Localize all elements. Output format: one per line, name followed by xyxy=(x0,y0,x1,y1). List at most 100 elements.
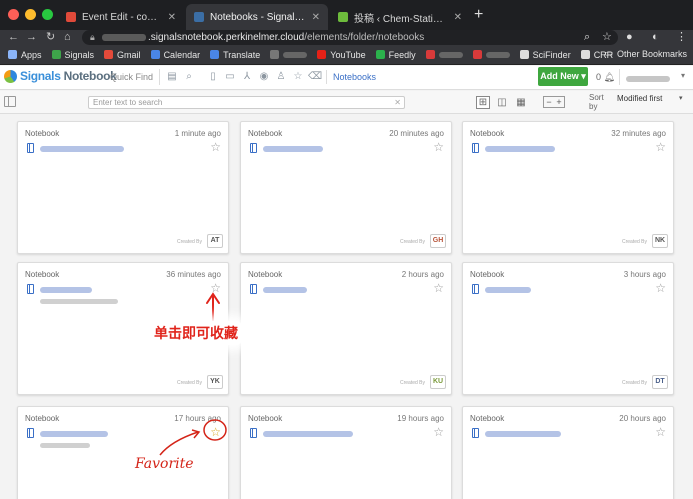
trash-icon[interactable]: ⌫ xyxy=(308,70,322,84)
grid-view-icon[interactable]: ▤ xyxy=(165,70,179,84)
breadcrumb[interactable]: Notebooks xyxy=(326,70,376,84)
favorite-star-icon[interactable]: ☆ xyxy=(210,282,221,294)
zoom-in-icon[interactable]: + xyxy=(556,97,561,107)
favorite-star-icon[interactable]: ☆ xyxy=(655,141,666,153)
chevron-down-icon[interactable]: ▾ xyxy=(679,94,683,102)
browser-tab-connpass[interactable]: Event Edit - connpass ✕ xyxy=(58,4,184,30)
forward-arrow-icon[interactable]: → xyxy=(26,31,37,44)
notebook-card[interactable]: Notebook 36 minutes ago ☆ Created By YK xyxy=(17,262,229,395)
close-window-button[interactable] xyxy=(8,9,19,20)
user-icon[interactable]: ♙ xyxy=(274,70,288,84)
bookmark-item[interactable]: Feedly xyxy=(375,50,416,60)
zoom-search-icon[interactable]: ⌕ xyxy=(584,30,590,45)
blurred-notebook-title[interactable] xyxy=(263,146,323,152)
bookmark-item[interactable] xyxy=(270,50,308,59)
tile-view-icon[interactable]: ⊞ xyxy=(476,96,490,109)
favorite-star-icon[interactable]: ☆ xyxy=(433,282,444,294)
other-bookmarks[interactable]: ▭ Other Bookmarks xyxy=(604,48,687,59)
zoom-control[interactable]: − + xyxy=(543,96,565,108)
user-menu[interactable]: ▾ xyxy=(619,69,687,85)
document-icon[interactable]: ▭ xyxy=(223,70,237,84)
notebook-icon xyxy=(250,284,257,294)
blurred-subdomain xyxy=(102,33,146,41)
bookmark-item[interactable] xyxy=(425,50,463,59)
card-modified-time: 2 hours ago xyxy=(401,270,444,279)
screen: Event Edit - connpass ✕ Notebooks - Sign… xyxy=(0,0,693,499)
notebook-card[interactable]: Notebook 20 hours ago ☆ xyxy=(462,406,674,499)
created-by-label: Created By xyxy=(399,239,425,245)
reload-icon[interactable]: ↻ xyxy=(46,31,55,44)
favorite-star-icon[interactable]: ☆ xyxy=(655,282,666,294)
favorites-star-icon[interactable]: ☆ xyxy=(291,70,305,84)
blurred-notebook-title[interactable] xyxy=(40,287,92,293)
creator-initials-badge: NK xyxy=(652,234,668,248)
close-tab-icon[interactable]: ✕ xyxy=(454,12,462,23)
extension-icon[interactable]: ● xyxy=(626,30,633,45)
blurred-notebook-title[interactable] xyxy=(263,287,307,293)
bookmark-item[interactable]: SciFinder xyxy=(519,50,571,60)
sidebar-toggle-icon[interactable] xyxy=(4,96,16,107)
favorite-star-icon[interactable]: ☆ xyxy=(210,426,221,438)
add-new-button[interactable]: Add New ▾ xyxy=(538,67,588,86)
url-host: .signalsnotebook.perkinelmer.cloud xyxy=(148,32,305,43)
notifications[interactable]: 0 🔔︎ xyxy=(596,70,615,84)
browser-tab-chemstation[interactable]: 投稿 ‹ Chem-Station (ケムステ) ✕ xyxy=(330,4,470,30)
bookmark-item[interactable]: Translate xyxy=(210,50,260,60)
notebook-card[interactable]: Notebook 1 minute ago ☆ Created By AT xyxy=(17,121,229,254)
sort-select[interactable]: Modified first xyxy=(617,94,662,103)
notebook-card[interactable]: Notebook 20 minutes ago ☆ Created By GH xyxy=(240,121,452,254)
back-arrow-icon[interactable]: ← xyxy=(8,31,19,44)
bookmark-item[interactable]: YouTube xyxy=(317,50,366,60)
bookmark-favicon-icon xyxy=(472,50,482,59)
favorite-star-icon[interactable]: ☆ xyxy=(433,141,444,153)
blurred-notebook-title[interactable] xyxy=(485,431,561,437)
notebook-card[interactable]: Notebook 3 hours ago ☆ Created By DT xyxy=(462,262,674,395)
notebook-card[interactable]: Notebook 2 hours ago ☆ Created By KU xyxy=(240,262,452,395)
bookmark-item[interactable]: Apps xyxy=(8,50,42,60)
signals-favicon-icon xyxy=(194,12,204,22)
browser-tab-signals[interactable]: Notebooks - SignalsNotebook ✕ xyxy=(186,4,328,30)
notebook-card[interactable]: Notebook 32 minutes ago ☆ Created By NK xyxy=(462,121,674,254)
notebook-icon xyxy=(472,428,479,438)
notebook-card[interactable]: Notebook 19 hours ago ☆ xyxy=(240,406,452,499)
search-input[interactable]: Enter text to search ✕ xyxy=(88,96,405,109)
blurred-notebook-title[interactable] xyxy=(40,146,124,152)
address-bar[interactable]: 🔒︎ .signalsnotebook.perkinelmer.cloud/el… xyxy=(82,30,618,45)
notebook-icon xyxy=(27,428,34,438)
blurred-notebook-title[interactable] xyxy=(263,431,353,437)
notebook-card[interactable]: Notebook 17 hours ago ☆ xyxy=(17,406,229,499)
bookmark-item[interactable] xyxy=(472,50,510,59)
split-view-icon[interactable]: ◫ xyxy=(495,96,509,109)
blurred-notebook-title[interactable] xyxy=(485,287,531,293)
bookmark-favicon-icon xyxy=(104,50,114,59)
maximize-window-button[interactable] xyxy=(42,9,53,20)
bookmark-item[interactable]: Calendar xyxy=(150,50,200,60)
bookmark-item[interactable]: Signals xyxy=(51,50,94,60)
close-tab-icon[interactable]: ✕ xyxy=(312,12,320,23)
profile-avatar-icon[interactable]: ◐ xyxy=(652,30,659,45)
close-tab-icon[interactable]: ✕ xyxy=(168,12,176,23)
bookmark-item[interactable]: Gmail xyxy=(104,50,141,60)
browser-toolbar: ← → ↻ ⌂ 🔒︎ .signalsnotebook.perkinelmer.… xyxy=(0,30,693,45)
chevron-down-icon: ▾ xyxy=(680,71,685,80)
favorite-star-icon[interactable]: ☆ xyxy=(210,141,221,153)
clear-search-icon[interactable]: ✕ xyxy=(394,97,401,108)
zoom-out-icon[interactable]: − xyxy=(546,97,551,107)
search-icon[interactable]: ⌕ xyxy=(182,70,196,84)
blurred-notebook-title[interactable] xyxy=(485,146,555,152)
table-view-icon[interactable]: ▦ xyxy=(514,96,528,109)
share-tree-icon[interactable]: ⅄ xyxy=(240,70,254,84)
materials-icon[interactable]: ◉ xyxy=(257,70,271,84)
notebook-icon[interactable]: ▯ xyxy=(206,70,220,84)
signals-notebook-logo[interactable]: Signals Notebook xyxy=(4,69,117,83)
favorite-star-icon[interactable]: ☆ xyxy=(433,426,444,438)
new-tab-button[interactable]: + xyxy=(474,6,483,24)
bookmark-star-icon[interactable]: ☆ xyxy=(602,30,612,45)
chrome-menu-icon[interactable]: ⋮ xyxy=(676,30,687,45)
favorite-star-icon[interactable]: ☆ xyxy=(655,426,666,438)
blurred-notebook-title[interactable] xyxy=(40,431,108,437)
card-type: Notebook xyxy=(25,129,60,138)
quick-find-input[interactable]: Quick Find xyxy=(102,69,160,85)
minimize-window-button[interactable] xyxy=(25,9,36,20)
home-icon[interactable]: ⌂ xyxy=(64,31,71,44)
